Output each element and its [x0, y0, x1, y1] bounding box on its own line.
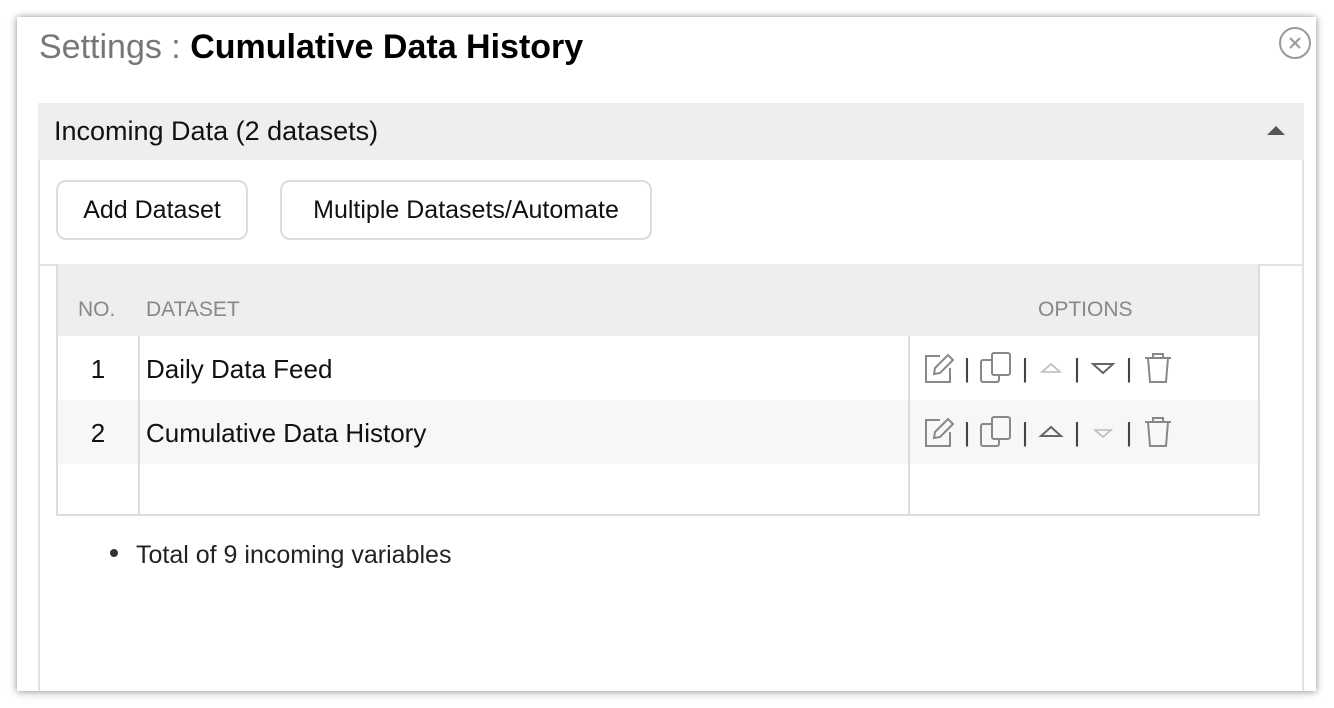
copy-icon[interactable]: [978, 350, 1014, 386]
title-name: Cumulative Data History: [190, 28, 584, 66]
row-number: 2: [90, 418, 106, 448]
separator: |: [963, 353, 971, 383]
dialog-title: Settings : Cumulative Data History: [39, 25, 583, 69]
title-prefix: Settings :: [39, 28, 191, 66]
close-button[interactable]: [1279, 27, 1311, 59]
separator: |: [963, 417, 971, 447]
add-dataset-button[interactable]: Add Dataset: [56, 180, 248, 240]
table-row[interactable]: 1 Daily Data Feed | | | |: [58, 336, 1258, 400]
row-options: | | | |: [920, 414, 1176, 450]
datasets-table: NO. DATASET OPTIONS 1 Daily Data Feed | …: [56, 264, 1260, 516]
separator: |: [1021, 417, 1029, 447]
separator: |: [1021, 353, 1029, 383]
copy-icon[interactable]: [978, 414, 1014, 450]
column-header-dataset: DATASET: [146, 298, 240, 321]
move-up-icon[interactable]: [1036, 350, 1066, 386]
row-options: | | | |: [920, 350, 1176, 386]
move-down-icon[interactable]: [1088, 414, 1118, 450]
summary-text: Total of 9 incoming variables: [136, 541, 452, 569]
column-divider: [908, 336, 910, 514]
settings-dialog: Settings : Cumulative Data History Incom…: [17, 17, 1316, 691]
row-number: 1: [90, 354, 106, 384]
close-icon: [1289, 37, 1301, 49]
caret-up-icon[interactable]: [1266, 124, 1286, 136]
separator: |: [1073, 417, 1081, 447]
separator: |: [1125, 417, 1133, 447]
move-down-icon[interactable]: [1088, 350, 1118, 386]
multiple-datasets-button[interactable]: Multiple Datasets/Automate: [280, 180, 652, 240]
incoming-variables-summary: Total of 9 incoming variables: [110, 539, 451, 571]
move-up-icon[interactable]: [1036, 414, 1066, 450]
delete-icon[interactable]: [1140, 414, 1176, 450]
edit-icon[interactable]: [920, 350, 956, 386]
dataset-name[interactable]: Cumulative Data History: [146, 418, 426, 448]
table-header: NO. DATASET OPTIONS: [58, 264, 1258, 336]
delete-icon[interactable]: [1140, 350, 1176, 386]
separator: |: [1073, 353, 1081, 383]
incoming-data-header[interactable]: Incoming Data (2 datasets): [38, 103, 1304, 160]
column-divider: [138, 336, 140, 514]
section-title: Incoming Data (2 datasets): [54, 116, 379, 146]
separator: |: [1125, 353, 1133, 383]
column-header-options: OPTIONS: [1038, 298, 1133, 321]
incoming-data-panel: Add Dataset Multiple Datasets/Automate N…: [38, 160, 1304, 691]
table-row[interactable]: 2 Cumulative Data History | | | |: [58, 400, 1258, 464]
bullet: [110, 549, 118, 558]
column-header-no: NO.: [78, 298, 116, 321]
edit-icon[interactable]: [920, 414, 956, 450]
dataset-name[interactable]: Daily Data Feed: [146, 354, 332, 384]
